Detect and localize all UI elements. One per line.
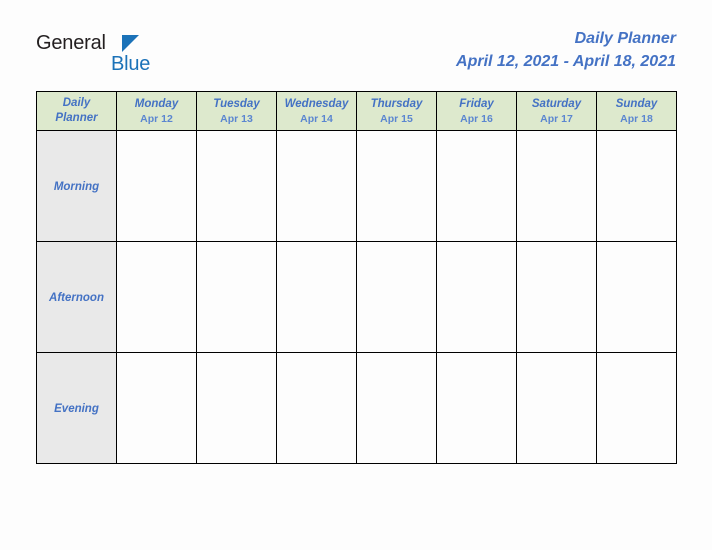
weekly-planner-table: Daily Planner Monday Apr 12 Tuesday Apr … [36, 91, 677, 464]
time-slot-label-evening: Evening [36, 352, 117, 464]
day-header-sunday: Sunday Apr 18 [596, 91, 677, 131]
date-range: April 12, 2021 - April 18, 2021 [456, 53, 676, 70]
day-name: Sunday [615, 97, 658, 110]
cell-morning-monday[interactable] [116, 130, 197, 242]
cell-evening-sunday[interactable] [596, 352, 677, 464]
cell-evening-thursday[interactable] [356, 352, 437, 464]
cell-evening-friday[interactable] [436, 352, 517, 464]
time-slot-label-morning: Morning [36, 130, 117, 242]
cell-morning-saturday[interactable] [516, 130, 597, 242]
day-date: Apr 14 [300, 112, 333, 125]
day-header-thursday: Thursday Apr 15 [356, 91, 437, 131]
title-block: Daily Planner April 12, 2021 - April 18,… [456, 28, 676, 74]
page-header: General Blue Daily Planner April 12, 202… [36, 28, 676, 82]
day-header-friday: Friday Apr 16 [436, 91, 517, 131]
day-date: Apr 17 [540, 112, 573, 125]
table-header-row: Daily Planner Monday Apr 12 Tuesday Apr … [36, 91, 677, 131]
general-blue-logo[interactable]: General Blue [36, 32, 236, 80]
day-name: Tuesday [213, 97, 260, 110]
cell-morning-wednesday[interactable] [276, 130, 357, 242]
day-header-monday: Monday Apr 12 [116, 91, 197, 131]
day-date: Apr 12 [140, 112, 173, 125]
day-name: Thursday [370, 97, 423, 110]
table-row-morning: Morning [36, 130, 677, 242]
cell-morning-sunday[interactable] [596, 130, 677, 242]
cell-morning-friday[interactable] [436, 130, 517, 242]
corner-label-line2: Planner [55, 112, 98, 124]
cell-evening-wednesday[interactable] [276, 352, 357, 464]
planner-page: General Blue Daily Planner April 12, 202… [0, 0, 712, 550]
cell-morning-thursday[interactable] [356, 130, 437, 242]
table-row-evening: Evening [36, 352, 677, 464]
day-date: Apr 18 [620, 112, 653, 125]
cell-afternoon-wednesday[interactable] [276, 241, 357, 353]
day-header-wednesday: Wednesday Apr 14 [276, 91, 357, 131]
day-name: Monday [134, 97, 179, 110]
time-slot-label-afternoon: Afternoon [36, 241, 117, 353]
corner-label-line1: Daily [62, 97, 91, 109]
table-corner-header: Daily Planner [36, 91, 117, 131]
day-header-tuesday: Tuesday Apr 13 [196, 91, 277, 131]
slot-label: Afternoon [49, 292, 104, 304]
slot-label: Evening [54, 403, 99, 415]
logo-text-general: General [36, 32, 106, 54]
table-row-afternoon: Afternoon [36, 241, 677, 353]
day-name: Friday [459, 97, 494, 110]
cell-afternoon-tuesday[interactable] [196, 241, 277, 353]
cell-afternoon-saturday[interactable] [516, 241, 597, 353]
cell-evening-saturday[interactable] [516, 352, 597, 464]
triangle-icon [122, 35, 139, 52]
day-name: Saturday [531, 97, 582, 110]
page-title: Daily Planner [574, 30, 676, 47]
cell-evening-monday[interactable] [116, 352, 197, 464]
cell-morning-tuesday[interactable] [196, 130, 277, 242]
cell-afternoon-sunday[interactable] [596, 241, 677, 353]
cell-afternoon-monday[interactable] [116, 241, 197, 353]
logo-text-blue: Blue [111, 53, 151, 75]
day-header-saturday: Saturday Apr 17 [516, 91, 597, 131]
day-name: Wednesday [284, 97, 349, 110]
cell-evening-tuesday[interactable] [196, 352, 277, 464]
cell-afternoon-friday[interactable] [436, 241, 517, 353]
cell-afternoon-thursday[interactable] [356, 241, 437, 353]
day-date: Apr 16 [460, 112, 493, 125]
slot-label: Morning [53, 181, 100, 193]
day-date: Apr 15 [380, 112, 413, 125]
day-date: Apr 13 [220, 112, 253, 125]
